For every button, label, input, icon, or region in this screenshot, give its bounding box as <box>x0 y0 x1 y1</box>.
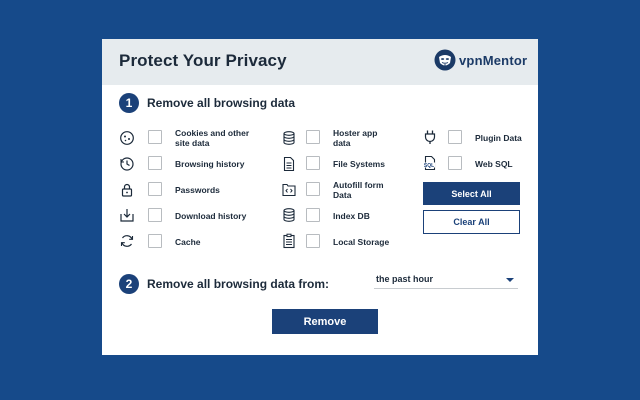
chevron-down-icon <box>506 278 514 282</box>
cache-label: Cache <box>175 237 201 247</box>
database-icon <box>283 131 295 145</box>
hoster-app-label-line1: Hoster app <box>333 128 378 138</box>
cookies-label-line1: Cookies and other <box>175 128 250 138</box>
select-all-button[interactable]: Select All <box>423 182 520 205</box>
lock-icon <box>121 183 133 197</box>
local-storage-label: Local Storage <box>333 237 390 247</box>
logo-text-vpn: vpn <box>459 52 483 68</box>
form-code-icon <box>282 183 296 197</box>
svg-text:SQL: SQL <box>424 163 434 169</box>
clear-all-button[interactable]: Clear All <box>423 210 520 234</box>
index-db-label: Index DB <box>333 211 370 221</box>
page-title: Protect Your Privacy <box>119 51 287 70</box>
step-1-badge: 1 <box>119 93 139 113</box>
file-systems-checkbox[interactable] <box>306 156 320 170</box>
section2-heading: Remove all browsing data from: <box>147 277 330 291</box>
logo-text-mentor: Mentor <box>482 52 528 68</box>
hoster-app-data-checkbox[interactable] <box>306 130 320 144</box>
local-storage-checkbox[interactable] <box>306 234 320 248</box>
time-range-value: the past hour <box>376 274 434 284</box>
web-sql-label: Web SQL <box>475 159 513 169</box>
browsing-history-label: Browsing history <box>175 159 245 169</box>
autofill-label-line2: Data <box>333 190 352 200</box>
hoster-app-data-label: Hoster app data <box>333 128 377 148</box>
plugin-data-checkbox[interactable] <box>448 130 462 144</box>
cookies-label: Cookies and other site data <box>175 128 249 148</box>
web-sql-checkbox[interactable] <box>448 156 462 170</box>
passwords-checkbox[interactable] <box>148 182 162 196</box>
plug-icon <box>424 130 436 144</box>
index-db-checkbox[interactable] <box>306 208 320 222</box>
hoster-app-label-line2: data <box>333 138 351 148</box>
file-systems-label: File Systems <box>333 159 385 169</box>
mask-logo-icon <box>434 49 456 71</box>
panel-header: Protect Your Privacy vpnMentor <box>102 39 538 85</box>
passwords-label: Passwords <box>175 185 220 195</box>
database-icon <box>283 208 295 222</box>
download-history-checkbox[interactable] <box>148 208 162 222</box>
storage-list-icon <box>283 233 295 249</box>
refresh-icon <box>120 235 134 247</box>
logo-text: vpnMentor <box>459 53 527 68</box>
time-range-select[interactable]: the past hour <box>374 271 518 289</box>
section1-heading: Remove all browsing data <box>147 96 296 110</box>
cache-checkbox[interactable] <box>148 234 162 248</box>
cookies-label-line2: site data <box>175 138 210 148</box>
cookies-checkbox[interactable] <box>148 130 162 144</box>
autofill-form-data-label: Autofill form Data <box>333 180 384 200</box>
autofill-form-data-checkbox[interactable] <box>306 182 320 196</box>
plugin-data-label: Plugin Data <box>475 133 522 143</box>
privacy-panel: Protect Your Privacy vpnMentor 1 Remove … <box>102 39 538 355</box>
remove-button[interactable]: Remove <box>272 309 378 334</box>
download-icon <box>120 209 134 222</box>
browsing-history-checkbox[interactable] <box>148 156 162 170</box>
history-icon <box>120 157 134 171</box>
step-2-badge: 2 <box>119 274 139 294</box>
file-icon <box>283 156 295 172</box>
download-history-label: Download history <box>175 211 247 221</box>
vpnmentor-logo: vpnMentor <box>434 49 527 71</box>
cookie-icon <box>120 131 134 145</box>
sql-file-icon: SQL <box>423 155 436 171</box>
autofill-label-line1: Autofill form <box>333 180 384 190</box>
